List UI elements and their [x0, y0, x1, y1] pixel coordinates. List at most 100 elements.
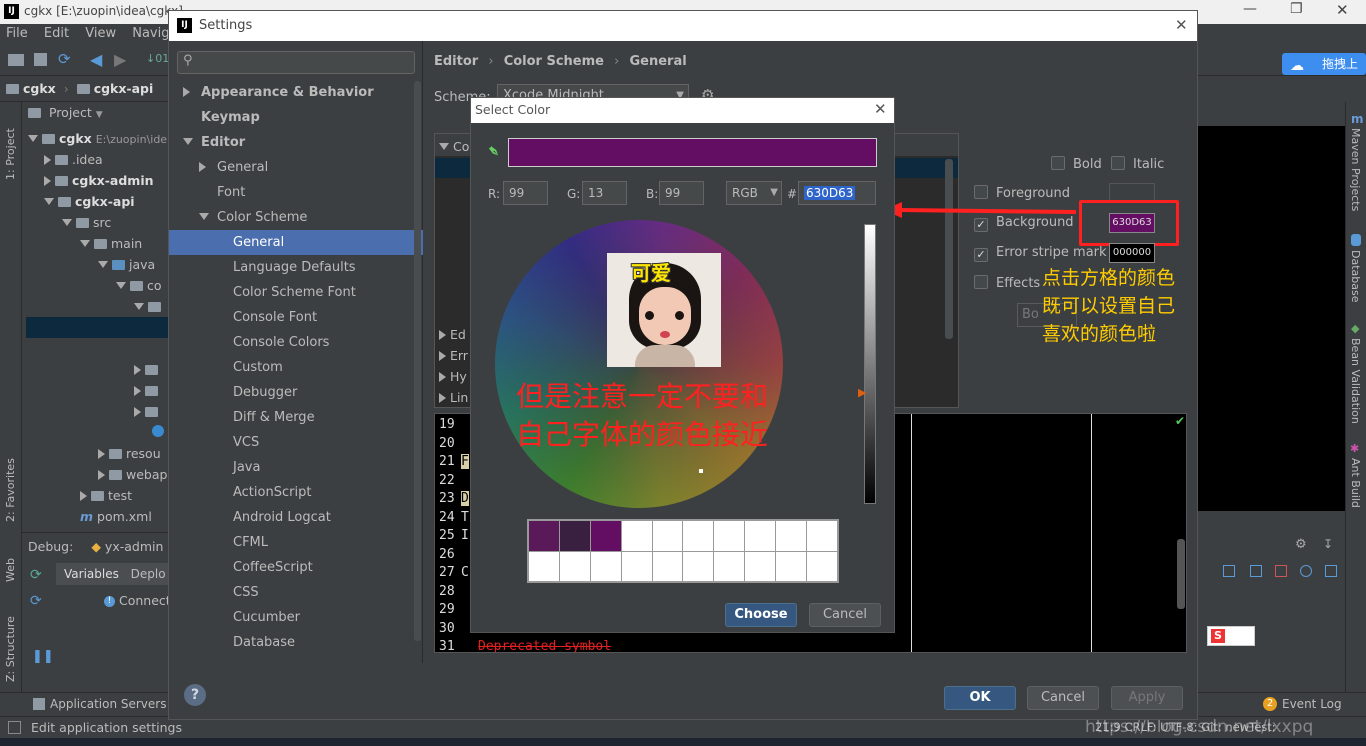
- tree-item[interactable]: resou: [26, 443, 168, 464]
- settings-nav-item[interactable]: Keymap: [169, 105, 423, 130]
- apply-button[interactable]: Apply: [1111, 686, 1183, 710]
- recent-colors-grid[interactable]: [527, 519, 839, 583]
- recent-color-swatch[interactable]: [745, 551, 776, 581]
- recent-color-swatch[interactable]: [745, 521, 776, 551]
- cancel-button[interactable]: Cancel: [1027, 686, 1099, 710]
- recent-color-swatch[interactable]: [807, 551, 837, 581]
- recent-color-swatch[interactable]: [559, 551, 590, 581]
- settings-nav-item[interactable]: Database: [169, 630, 423, 655]
- choose-button[interactable]: Choose: [725, 603, 797, 627]
- attribute-row[interactable]: Co: [439, 136, 469, 157]
- tool-tab-favorites[interactable]: 2: Favorites: [4, 442, 17, 522]
- maximize-icon[interactable]: ❐: [1290, 1, 1303, 17]
- settings-nav-item[interactable]: Color Scheme Font: [169, 280, 423, 305]
- nav-crumb-api[interactable]: cgkx-api: [94, 81, 154, 96]
- pause-icon[interactable]: ❚❚: [32, 649, 54, 664]
- eyedropper-icon[interactable]: ✒: [482, 140, 505, 163]
- color-mode-select[interactable]: RGB ▼: [726, 181, 782, 205]
- tool-tab-structure[interactable]: Z: Structure: [4, 602, 17, 682]
- settings-nav-item[interactable]: Console Font: [169, 305, 423, 330]
- ime-icon[interactable]: S: [1207, 626, 1255, 646]
- gear-icon[interactable]: ⚙: [1295, 537, 1307, 552]
- recent-color-swatch[interactable]: [714, 551, 745, 581]
- settings-nav-item[interactable]: General: [169, 155, 423, 180]
- pin-icon[interactable]: ↧: [1323, 537, 1333, 551]
- attribute-row[interactable]: Ed: [439, 324, 466, 345]
- tool-icon[interactable]: [1250, 565, 1262, 577]
- settings-nav-item[interactable]: Cucumber: [169, 605, 423, 630]
- settings-nav-item[interactable]: Custom: [169, 355, 423, 380]
- tree-item[interactable]: cgkx-admin: [26, 170, 168, 191]
- tool-tab-web[interactable]: Web: [4, 542, 17, 582]
- settings-nav-item[interactable]: ActionScript: [169, 480, 423, 505]
- restart-icon[interactable]: ⟳: [30, 567, 42, 583]
- nav-scrollbar[interactable]: [414, 81, 421, 641]
- tab-variables[interactable]: Variables: [56, 567, 119, 581]
- back-icon[interactable]: ◀: [90, 50, 102, 69]
- tree-item[interactable]: test: [26, 485, 168, 506]
- bold-checkbox[interactable]: Bold: [1051, 156, 1102, 172]
- forward-icon[interactable]: ▶: [114, 50, 126, 69]
- foreground-checkbox[interactable]: Foreground: [974, 185, 1070, 201]
- tool-tab-bean-validation[interactable]: Bean Validation: [1349, 338, 1362, 448]
- recent-color-swatch[interactable]: [683, 521, 714, 551]
- recent-color-swatch[interactable]: [529, 521, 559, 551]
- upload-button[interactable]: ☁ 拖拽上传: [1282, 53, 1366, 93]
- settings-nav-item[interactable]: Console Colors: [169, 330, 423, 355]
- effects-checkbox[interactable]: Effects: [974, 275, 1040, 291]
- tool-icon[interactable]: [1223, 565, 1235, 577]
- tree-item[interactable]: java: [26, 254, 168, 275]
- tree-item[interactable]: [26, 422, 168, 443]
- tool-tab-database[interactable]: Database: [1349, 250, 1362, 320]
- brightness-slider[interactable]: [864, 224, 876, 504]
- settings-nav-item[interactable]: General: [169, 230, 423, 255]
- r-input[interactable]: 99: [503, 181, 548, 205]
- tool-icon[interactable]: [1325, 565, 1337, 577]
- recent-color-swatch[interactable]: [621, 521, 652, 551]
- settings-nav-item[interactable]: Diff & Merge: [169, 405, 423, 430]
- tree-item[interactable]: [26, 401, 168, 422]
- settings-search-input[interactable]: ⚲: [177, 51, 415, 74]
- minimize-icon[interactable]: —: [1243, 1, 1257, 17]
- tool-tab-event-log[interactable]: Event Log: [1282, 697, 1342, 711]
- tree-item[interactable]: webap: [26, 464, 168, 485]
- recent-color-swatch[interactable]: [807, 521, 837, 551]
- attribute-row[interactable]: Hy: [439, 366, 467, 387]
- recent-color-swatch[interactable]: [590, 551, 621, 581]
- help-button[interactable]: ?: [184, 684, 206, 706]
- error-stripe-swatch[interactable]: 000000: [1109, 243, 1155, 263]
- tree-item[interactable]: m pom.xml: [26, 506, 168, 527]
- settings-nav-item[interactable]: Debugger: [169, 380, 423, 405]
- recent-color-swatch[interactable]: [652, 551, 683, 581]
- error-stripe-checkbox[interactable]: ✓ Error stripe mark: [974, 245, 1107, 262]
- menu-view[interactable]: View: [85, 26, 116, 41]
- settings-nav-item[interactable]: VCS: [169, 430, 423, 455]
- settings-nav-item[interactable]: Font: [169, 180, 423, 205]
- menu-edit[interactable]: Edit: [44, 26, 69, 41]
- recent-color-swatch[interactable]: [559, 521, 590, 551]
- status-toggle-icon[interactable]: [8, 721, 21, 734]
- nav-crumb-cgkx[interactable]: cgkx: [23, 81, 56, 96]
- tree-item[interactable]: .idea: [26, 149, 168, 170]
- debug-item[interactable]: Connect: [119, 593, 171, 608]
- tree-item[interactable]: cgkx E:\zuopin\ide: [26, 128, 168, 149]
- recent-color-swatch[interactable]: [683, 551, 714, 581]
- settings-nav-item[interactable]: Java: [169, 455, 423, 480]
- cancel-color-button[interactable]: Cancel: [809, 603, 881, 627]
- settings-nav-item[interactable]: Color Scheme: [169, 205, 423, 230]
- open-folder-icon[interactable]: [8, 54, 24, 66]
- tree-item-selected[interactable]: [26, 317, 168, 338]
- recent-color-swatch[interactable]: [714, 521, 745, 551]
- italic-checkbox[interactable]: Italic: [1111, 156, 1164, 172]
- menu-file[interactable]: File: [6, 26, 28, 41]
- tree-item[interactable]: co: [26, 275, 168, 296]
- project-label[interactable]: Project: [49, 105, 92, 120]
- debug-config[interactable]: yx-admin: [105, 539, 163, 554]
- build-icon[interactable]: ↓01: [146, 52, 169, 65]
- b-input[interactable]: 99: [659, 181, 704, 205]
- tab-deployment[interactable]: Deplo: [123, 567, 166, 581]
- tool-tab-ant-build[interactable]: Ant Build: [1349, 458, 1362, 528]
- close-icon[interactable]: ✕: [1175, 16, 1188, 34]
- settings-nav-item[interactable]: CSS: [169, 580, 423, 605]
- recent-color-swatch[interactable]: [652, 521, 683, 551]
